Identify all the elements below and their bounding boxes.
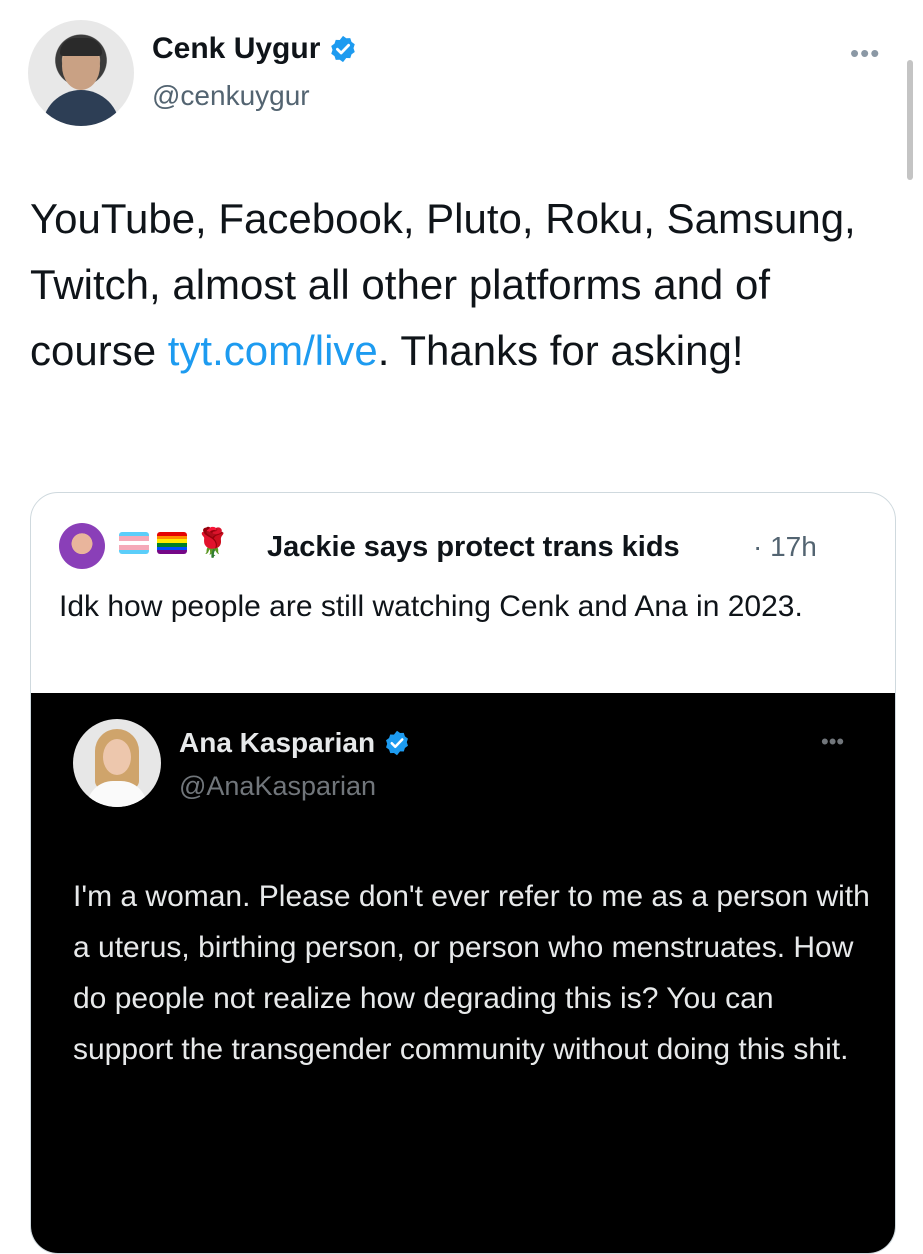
quoted-tweet-card[interactable]: 🌹 Jackie says protect trans kids · 17h I… (30, 492, 896, 1254)
rose-icon: 🌹 (195, 527, 230, 558)
avatar[interactable] (28, 20, 134, 126)
embedded-author-name: Ana Kasparian (179, 727, 411, 759)
embedded-more-icon: ••• (821, 729, 845, 754)
transgender-flag-icon (119, 532, 149, 554)
quoted-tweet-text: Idk how people are still watching Cenk a… (59, 590, 803, 623)
quoted-author-name[interactable]: Jackie says protect trans kids (267, 531, 680, 564)
quoted-avatar[interactable] (59, 523, 105, 569)
embedded-author-name-text: Ana Kasparian (179, 727, 376, 758)
more-options-icon[interactable]: ••• (850, 38, 880, 69)
verified-badge-icon (331, 35, 356, 63)
embedded-author-handle: @AnaKasparian (179, 771, 377, 801)
tweet-text: YouTube, Facebook, Pluto, Roku, Samsung,… (30, 186, 890, 384)
embedded-tweet-text: I'm a woman. Please don't ever refer to … (73, 880, 870, 1066)
quoted-timestamp[interactable]: · 17h (753, 531, 817, 563)
author-handle[interactable]: @cenkuygur (152, 80, 310, 112)
rainbow-flag-icon (157, 532, 187, 554)
author-name-text[interactable]: Cenk Uygur (152, 32, 320, 66)
name-emojis: 🌹 (119, 529, 230, 557)
author-name[interactable]: Cenk Uygur (152, 32, 358, 66)
embedded-avatar (73, 719, 161, 807)
tweet-link[interactable]: tyt.com/live (168, 327, 378, 374)
scrollbar[interactable] (907, 60, 913, 180)
embedded-tweet-image[interactable]: Ana Kasparian @AnaKasparian ••• I'm a wo… (31, 693, 895, 1253)
verified-badge-icon (386, 730, 409, 756)
tweet-text-part-2: . Thanks for asking! (377, 327, 744, 374)
